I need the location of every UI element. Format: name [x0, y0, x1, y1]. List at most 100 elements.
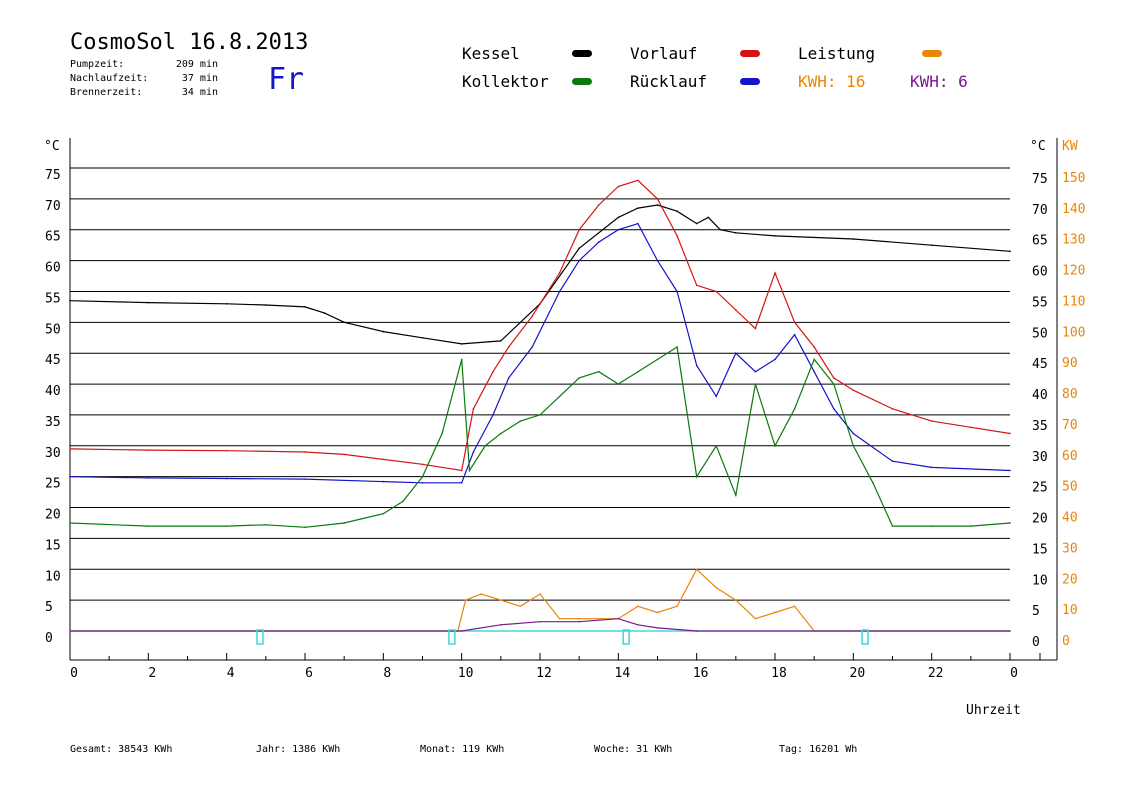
- data-point-kessel: [343, 321, 345, 324]
- pump-marker: [861, 629, 869, 645]
- data-point-kollektor: [656, 358, 659, 361]
- y-tick-label: 0: [45, 631, 53, 646]
- data-point-kwh: [637, 624, 639, 626]
- y-tick-label: 30: [45, 446, 61, 461]
- data-point-kollektor: [304, 526, 306, 529]
- data-point-leistung: [695, 568, 698, 571]
- data-point-vorlauf: [225, 449, 228, 452]
- data-point-vorlauf: [507, 346, 510, 348]
- data-point-rücklauf: [492, 414, 494, 416]
- data-point-vorlauf: [472, 407, 475, 410]
- y2-tick-label: 110: [1062, 294, 1085, 309]
- y-tick-label: 75: [45, 168, 61, 183]
- data-point-kollektor: [578, 377, 580, 379]
- data-point-kollektor: [852, 445, 855, 447]
- x-tick-label: 0: [70, 666, 78, 681]
- data-point-leistung: [578, 617, 580, 620]
- stat-row: Pumpzeit: 209 min: [70, 58, 218, 72]
- y-tick-label: 70: [45, 199, 61, 214]
- data-point-kessel: [225, 303, 228, 305]
- data-point-rücklauf: [715, 395, 718, 398]
- data-point-rücklauf: [421, 482, 424, 484]
- data-point-leistung: [480, 593, 483, 595]
- kwh-total-purple: KWH: 6: [910, 72, 968, 91]
- data-point-kessel: [147, 301, 150, 304]
- data-point-kwh: [578, 620, 580, 623]
- footer-monat: Monat: 119 KWh: [420, 744, 505, 755]
- stat-value: 37 min: [181, 73, 218, 84]
- weekday-label: Fr: [268, 62, 305, 97]
- data-point-rücklauf: [578, 259, 580, 262]
- data-point-kollektor: [421, 475, 424, 478]
- y-right-tick-label: 10: [1032, 573, 1048, 588]
- y-tick-label: 40: [45, 384, 61, 399]
- y-tick-label: 35: [45, 415, 61, 430]
- legend-kessel: Kessel: [462, 44, 520, 63]
- data-point-kessel: [265, 304, 267, 306]
- data-point-rücklauf: [676, 290, 678, 293]
- data-point-leistung: [656, 611, 659, 614]
- x-tick-label: 10: [458, 666, 474, 681]
- data-point-kollektor: [382, 512, 385, 515]
- y-axis-unit-right: °C: [1030, 139, 1046, 154]
- data-point-kollektor: [754, 383, 757, 385]
- data-point-rücklauf: [460, 482, 463, 484]
- data-point-rücklauf: [69, 475, 71, 478]
- data-point-rücklauf: [1009, 469, 1011, 472]
- legend-leistung: Leistung: [798, 44, 876, 63]
- y-right-tick-label: 50: [1032, 326, 1048, 341]
- data-point-leistung: [735, 599, 737, 601]
- data-point-kessel: [304, 306, 306, 308]
- data-point-rücklauf: [852, 432, 855, 435]
- data-point-rücklauf: [531, 346, 533, 348]
- data-point-vorlauf: [656, 198, 659, 200]
- data-point-vorlauf: [343, 453, 345, 456]
- stat-label: Brennerzeit:: [70, 87, 143, 98]
- stat-row: Brennerzeit: 34 min: [70, 86, 218, 100]
- data-point-vorlauf: [147, 449, 150, 451]
- y2-tick-label: 50: [1062, 480, 1078, 495]
- data-point-kessel: [719, 228, 721, 231]
- data-point-rücklauf: [617, 228, 620, 231]
- data-point-rücklauf: [382, 480, 385, 483]
- data-point-kessel: [421, 336, 424, 339]
- data-point-kessel: [852, 238, 855, 240]
- data-point-kessel: [637, 207, 639, 209]
- data-point-rücklauf: [472, 451, 475, 453]
- data-point-kollektor: [441, 432, 443, 435]
- data-point-kwh: [500, 624, 502, 626]
- data-point-kollektor: [1009, 522, 1011, 524]
- data-point-vorlauf: [421, 463, 424, 466]
- data-point-vorlauf: [597, 204, 600, 206]
- data-point-kessel: [735, 232, 737, 234]
- series-line-vorlauf: [69, 179, 1011, 472]
- y-tick-label: 60: [45, 261, 61, 276]
- data-point-kollektor: [69, 522, 71, 524]
- axis-units: °C °C KW: [44, 139, 1078, 154]
- y-right-tick-label: 45: [1032, 357, 1048, 372]
- stat-row: Nachlaufzeit: 37 min: [70, 72, 218, 86]
- data-point-kollektor: [715, 445, 718, 447]
- series-line-kollektor: [69, 346, 1011, 528]
- y2-tick-label: 130: [1062, 233, 1085, 248]
- y-right-tick-label: 20: [1032, 512, 1048, 527]
- x-tick-label: 6: [305, 666, 313, 681]
- data-point-vorlauf: [832, 377, 835, 379]
- data-point-kwh: [656, 627, 659, 629]
- y-right-tick-label: 60: [1032, 265, 1048, 280]
- data-point-vorlauf: [813, 346, 815, 348]
- data-point-rücklauf: [735, 352, 737, 355]
- data-point-kollektor: [225, 525, 228, 527]
- data-point-vorlauf: [382, 458, 385, 461]
- x-tick-label: 16: [693, 666, 709, 681]
- data-point-vorlauf: [793, 321, 796, 324]
- data-point-kessel: [1009, 250, 1011, 253]
- data-point-kollektor: [519, 420, 522, 422]
- data-point-kessel: [676, 210, 678, 213]
- pump-marker: [622, 629, 630, 645]
- x-tick-label: 0: [1010, 666, 1018, 681]
- x-tick-label: 4: [227, 666, 235, 681]
- data-point-kollektor: [872, 482, 874, 484]
- data-point-kollektor: [676, 346, 678, 348]
- data-point-kollektor: [891, 525, 894, 527]
